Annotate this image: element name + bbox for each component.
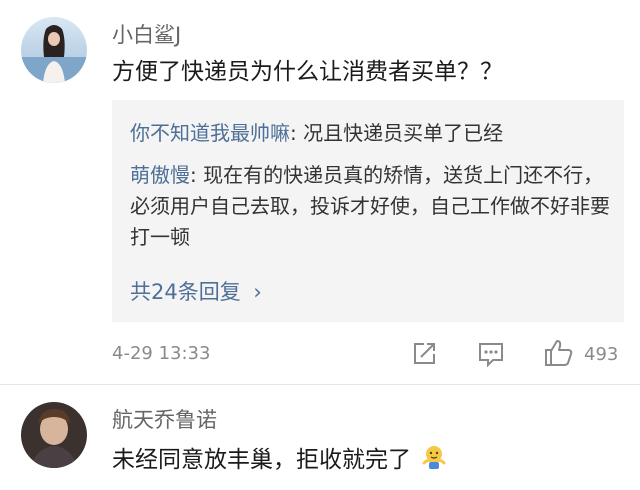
like-count: 493 <box>584 344 619 365</box>
chevron-right-icon: › <box>253 280 262 304</box>
comment-text: 方便了快递员为什么让消费者买单？？ <box>112 59 503 85</box>
avatar[interactable] <box>21 402 87 468</box>
reply-separator: : <box>290 121 304 145</box>
comment-icon <box>479 343 503 368</box>
share-icon <box>414 343 435 364</box>
comment-text-body: 未经同意放丰巢，拒收就完了 <box>112 447 411 473</box>
comment-item: 航天乔鲁诺 未经同意放丰巢，拒收就完了 <box>0 385 640 490</box>
like-button[interactable] <box>543 337 575 373</box>
avatar[interactable] <box>21 17 87 83</box>
reply-item[interactable]: 萌傲慢: 现在有的快递员真的矫情，送货上门还不行，必须用户自己去取，投诉才好使，… <box>130 160 610 253</box>
comment-username[interactable]: 航天乔鲁诺 <box>112 404 217 434</box>
reply-separator: : <box>190 163 204 187</box>
view-more-replies-link[interactable]: 共24条回复 › <box>130 276 262 306</box>
reply-box[interactable]: 你不知道我最帅嘛: 况且快递员买单了已经 萌傲慢: 现在有的快递员真的矫情，送货… <box>112 100 624 322</box>
comment-item: 小白鲨J 方便了快递员为什么让消费者买单？？ 你不知道我最帅嘛: 况且快递员买单… <box>0 0 640 384</box>
comment-username[interactable]: 小白鲨J <box>112 19 181 49</box>
reply-item[interactable]: 你不知道我最帅嘛: 况且快递员买单了已经 <box>130 118 610 149</box>
reply-button[interactable] <box>477 340 505 372</box>
view-more-label: 共24条回复 <box>130 280 241 304</box>
shrug-emoji-icon <box>422 446 446 469</box>
reply-username[interactable]: 萌傲慢 <box>130 163 190 187</box>
like-icon <box>545 340 573 366</box>
comment-timestamp: 4-29 13:33 <box>112 343 211 364</box>
reply-username[interactable]: 你不知道我最帅嘛 <box>130 121 290 145</box>
comment-text: 未经同意放丰巢，拒收就完了 <box>112 443 448 476</box>
share-button[interactable] <box>410 340 438 372</box>
reply-text: 况且快递员买单了已经 <box>303 121 504 145</box>
